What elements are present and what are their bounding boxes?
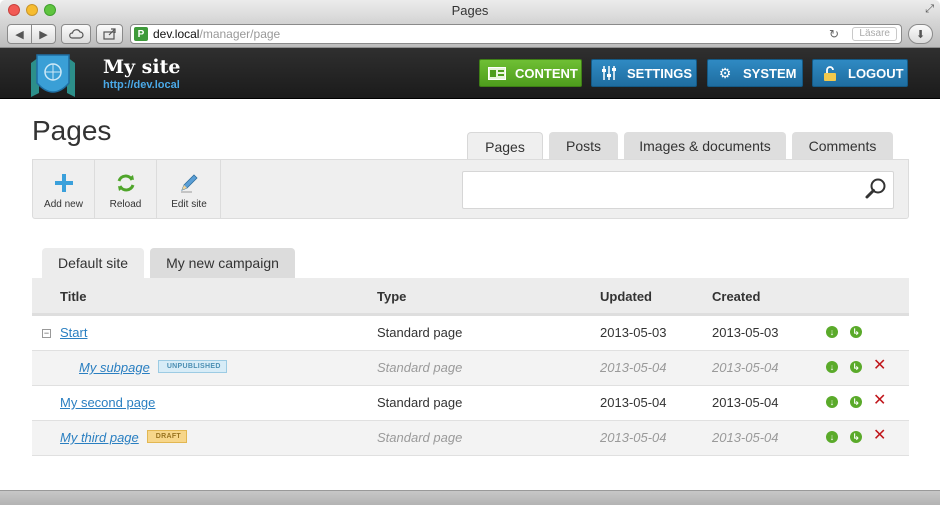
page-link[interactable]: Start [60, 325, 87, 340]
page-type: Standard page [377, 360, 463, 375]
tab-pages[interactable]: Pages [467, 132, 543, 160]
page-created: 2013-05-04 [712, 395, 779, 410]
column-type[interactable]: Type [377, 289, 406, 304]
nav-settings-button[interactable]: SETTINGS [591, 59, 697, 87]
address-path: /manager/page [199, 27, 281, 41]
window-titlebar: Pages ⤢ [0, 0, 940, 21]
page-updated: 2013-05-04 [600, 430, 667, 445]
lock-icon [821, 65, 839, 81]
table-row: − Start Standard page 2013-05-03 2013-05… [32, 316, 909, 351]
page-updated: 2013-05-04 [600, 395, 667, 410]
address-bar[interactable]: P dev.local/manager/page ↻ Läsare [130, 24, 902, 44]
tab-images-documents[interactable]: Images & documents [624, 132, 786, 159]
fullscreen-icon[interactable]: ⤢ [925, 3, 934, 16]
tab-my-new-campaign[interactable]: My new campaign [150, 248, 295, 278]
page-updated: 2013-05-04 [600, 360, 667, 375]
add-child-icon[interactable]: ↳ [850, 431, 862, 443]
tab-default-site[interactable]: Default site [42, 248, 144, 278]
share-icon [102, 28, 116, 40]
table-row: My subpage UNPUBLISHED Standard page 2013… [32, 351, 909, 386]
site-favicon: P [134, 27, 148, 41]
page-title: Pages [32, 115, 112, 146]
browser-toolbar: ◀ ▶ P dev.local/manager/page ↻ Läsare ⬇ [0, 21, 940, 48]
page-type: Standard page [377, 395, 463, 410]
system-gear-icon: ⚙ [718, 64, 732, 81]
reader-button[interactable]: Läsare [852, 27, 897, 41]
nav-settings-label: SETTINGS [627, 65, 693, 81]
add-child-icon[interactable]: ↳ [850, 396, 862, 408]
page-link[interactable]: My subpage [79, 360, 150, 375]
delete-icon[interactable]: ✕ [873, 358, 886, 374]
pages-table: Title Type Updated Created − Start Stand… [32, 278, 909, 456]
column-title[interactable]: Title [60, 289, 87, 304]
content-icon [488, 66, 506, 80]
nav-content-label: CONTENT [515, 65, 578, 81]
move-down-icon[interactable]: ↓ [826, 326, 838, 338]
settings-icon [600, 66, 618, 80]
add-new-label: Add new [44, 199, 83, 210]
site-name[interactable]: My site [103, 56, 180, 78]
cloud-icon [69, 29, 84, 39]
reload-button[interactable]: Reload [95, 160, 157, 218]
column-updated[interactable]: Updated [600, 289, 652, 304]
collapse-icon[interactable]: − [42, 329, 51, 338]
table-row: My second page Standard page 2013-05-04 … [32, 386, 909, 421]
nav-system-button[interactable]: ⚙ SYSTEM [707, 59, 803, 87]
tab-comments[interactable]: Comments [792, 132, 893, 159]
back-icon: ◀ [15, 28, 24, 41]
nav-logout-label: LOGOUT [848, 65, 904, 81]
page-created: 2013-05-04 [712, 430, 779, 445]
move-down-icon[interactable]: ↓ [826, 396, 838, 408]
add-child-icon[interactable]: ↳ [850, 326, 862, 338]
magnifier-icon[interactable] [864, 177, 888, 201]
page-created: 2013-05-03 [712, 325, 779, 340]
delete-icon[interactable]: ✕ [873, 393, 886, 409]
edit-site-button[interactable]: Edit site [158, 160, 221, 218]
add-new-button[interactable]: Add new [33, 160, 95, 218]
site-url[interactable]: http://dev.local [103, 79, 180, 91]
address-host: dev.local [153, 27, 200, 41]
nav-logout-button[interactable]: LOGOUT [812, 59, 908, 87]
move-down-icon[interactable]: ↓ [826, 361, 838, 373]
delete-icon[interactable]: ✕ [873, 428, 886, 444]
reload-icon[interactable]: ↻ [829, 27, 839, 41]
unpublished-badge: UNPUBLISHED [157, 360, 227, 374]
nav-system-label: SYSTEM [743, 65, 797, 81]
page-updated: 2013-05-03 [600, 325, 667, 340]
shield-logo-icon[interactable] [31, 53, 75, 101]
share-button[interactable] [96, 24, 123, 44]
table-row: My third page DRAFT Standard page 2013-05… [32, 421, 909, 456]
plus-icon [54, 174, 73, 192]
pencil-icon [181, 174, 198, 193]
page-created: 2013-05-04 [712, 360, 779, 375]
page-link[interactable]: My second page [60, 395, 155, 410]
tab-posts[interactable]: Posts [549, 132, 618, 159]
window-title: Pages [451, 3, 489, 18]
draft-badge: DRAFT [146, 430, 187, 444]
nav-content-button[interactable]: CONTENT [479, 59, 582, 87]
browser-statusbar [0, 490, 940, 505]
back-button[interactable]: ◀ [7, 24, 32, 44]
table-header: Title Type Updated Created [32, 278, 909, 316]
edit-site-label: Edit site [171, 199, 207, 210]
move-down-icon[interactable]: ↓ [826, 431, 838, 443]
add-child-icon[interactable]: ↳ [850, 361, 862, 373]
page-type: Standard page [377, 430, 463, 445]
downloads-button[interactable]: ⬇ [908, 24, 933, 44]
search-input[interactable] [462, 171, 894, 209]
refresh-icon [117, 174, 134, 192]
page-type: Standard page [377, 325, 463, 340]
forward-icon: ▶ [39, 28, 48, 41]
column-created[interactable]: Created [712, 289, 760, 304]
forward-button[interactable]: ▶ [31, 24, 56, 44]
reload-label: Reload [109, 199, 142, 210]
download-icon: ⬇ [915, 28, 926, 41]
page-link[interactable]: My third page [60, 430, 139, 445]
icloud-tabs-button[interactable] [61, 24, 91, 44]
